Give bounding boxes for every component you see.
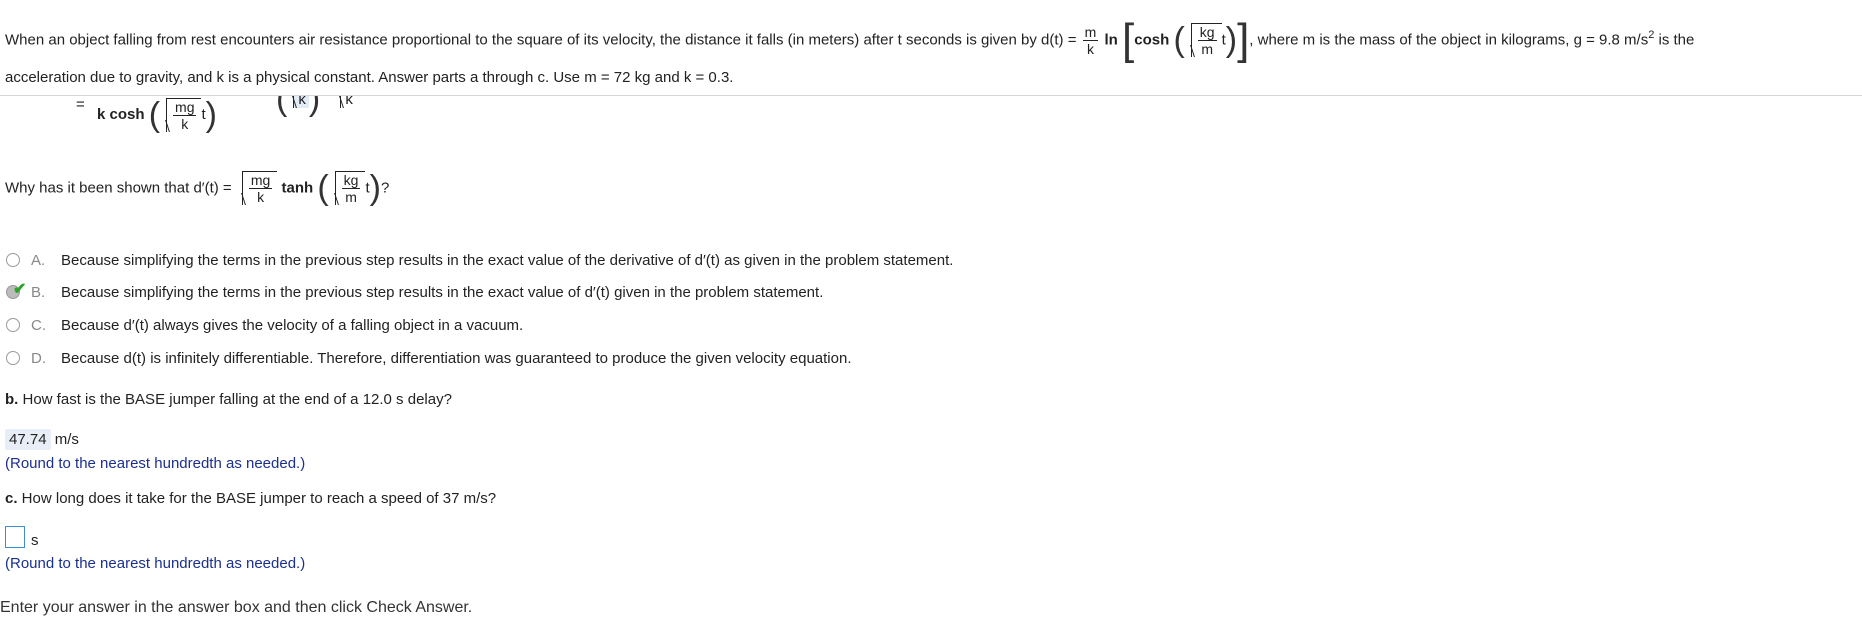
footer-instruction: Enter your answer in the answer box and … — [0, 599, 473, 616]
part-c-answer-input[interactable] — [5, 526, 25, 548]
part-b-unit: m/s — [54, 431, 79, 448]
option-a-radio[interactable] — [6, 253, 20, 267]
part-b-question: b. How fast is the BASE jumper falling a… — [5, 391, 452, 408]
part-c-question: c. How long does it take for the BASE ju… — [5, 490, 497, 507]
option-d-radio[interactable] — [6, 351, 20, 365]
correct-check-icon: ✔ — [13, 281, 27, 298]
problem-line-1: When an object falling from rest encount… — [5, 15, 1695, 64]
part-b-hint: (Round to the nearest hundredth as neede… — [5, 455, 306, 472]
part-b-answer-row: 47.74 m/s — [5, 429, 79, 450]
why-question: Why has it been shown that d′(t) = mg k t… — [5, 169, 390, 207]
problem-statement: When an object falling from rest encount… — [0, 0, 1862, 96]
partial-radical-top: (k) k — [276, 96, 356, 116]
problem-line-2: acceleration due to gravity, and k is a … — [5, 69, 734, 86]
partial-denominator: k cosh (mg k t) — [97, 96, 217, 134]
option-c-radio[interactable] — [6, 318, 20, 332]
part-c-hint: (Round to the nearest hundredth as neede… — [5, 555, 306, 572]
part-b-answer: 47.74 — [5, 429, 51, 450]
partial-equals: = — [76, 96, 85, 113]
part-c-unit: s — [31, 532, 39, 549]
scrolled-previous-step: (k) k = k cosh (mg k t) — [0, 96, 1862, 156]
